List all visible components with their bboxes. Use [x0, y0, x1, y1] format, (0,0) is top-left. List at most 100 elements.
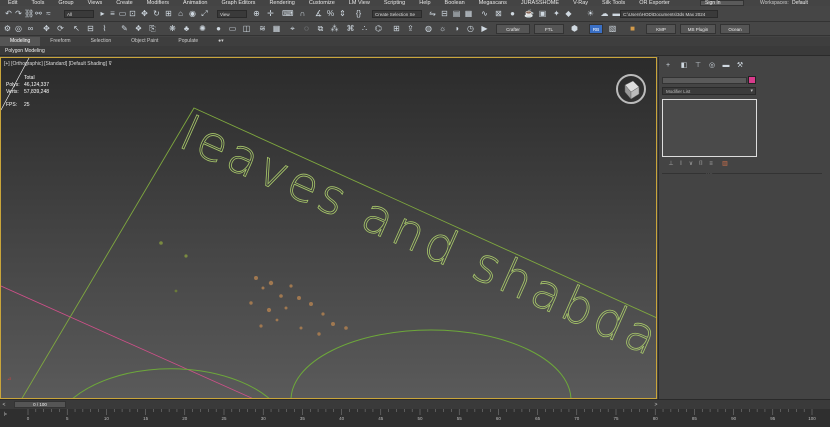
pivot-center-icon[interactable]: ⊕ [252, 9, 261, 18]
percent-snap-icon[interactable]: % [326, 9, 335, 18]
link-icon[interactable]: ⛓ [24, 9, 34, 18]
timer-icon[interactable]: ◷ [466, 24, 475, 33]
decal-icon[interactable]: ▦ [272, 24, 281, 33]
ribbon-options-icon[interactable]: ●▾ [208, 37, 234, 46]
snaps-toggle-icon[interactable]: ∩ [298, 9, 307, 18]
fur-icon[interactable]: ≋ [258, 24, 267, 33]
show-end-result-icon[interactable]: I [677, 160, 685, 168]
toggle-ribbon-icon[interactable]: ▦ [464, 9, 473, 18]
modifier-stack[interactable] [662, 99, 757, 157]
modifier-list-dropdown[interactable]: Modifier List ▾ [662, 87, 756, 95]
export-icon[interactable]: ⇪ [406, 24, 415, 33]
schematic-view-icon[interactable]: ⊠ [494, 9, 503, 18]
selection-filter-dropdown[interactable]: All [64, 10, 94, 18]
ocean-button[interactable]: Ocean [720, 24, 750, 34]
align-icon[interactable]: ⊟ [440, 9, 449, 18]
create-icon[interactable]: + [663, 61, 673, 71]
track-bar[interactable]: ⊧ 0 5 10 15 20 25 30 35 40 45 50 55 60 65 70 75 80 85 90 95… [0, 409, 830, 427]
window-crossing-icon[interactable]: ⊡ [128, 9, 137, 18]
plugin-b-icon[interactable]: ▧ [608, 24, 617, 33]
display-icon[interactable]: ▬ [721, 61, 731, 71]
plane-icon[interactable]: ▭ [228, 24, 237, 33]
motion-icon[interactable]: ◎ [707, 61, 717, 71]
render-iterative-icon[interactable]: ◆ [564, 9, 573, 18]
time-slider-prev-icon[interactable]: < [0, 401, 8, 409]
layer-explorer-icon[interactable]: ▤ [452, 9, 461, 18]
sun-icon[interactable]: ☼ [438, 24, 447, 33]
select-scale-icon[interactable]: ⊞ [164, 9, 173, 18]
plugin-a-icon[interactable]: ⬢ [570, 24, 579, 33]
forest-icon[interactable]: ♣ [182, 24, 191, 33]
redraw-icon[interactable]: ◎ [14, 24, 23, 33]
hide-icon[interactable]: ◌ [302, 24, 311, 33]
camera-icon[interactable]: ⌖ [288, 24, 297, 33]
modify-icon[interactable]: ◧ [679, 61, 689, 71]
globe-icon[interactable]: ◍ [424, 24, 433, 33]
curve-editor-icon[interactable]: ∿ [480, 9, 489, 18]
snap-tool-icon[interactable]: ⊟ [86, 24, 95, 33]
tab-selection[interactable]: Selection [81, 37, 122, 46]
undo-icon[interactable]: ↶ [4, 9, 13, 18]
sphere-icon[interactable]: ● [214, 24, 223, 33]
duplicate-icon[interactable]: ⎘ [148, 24, 157, 33]
scatter-icon[interactable]: ❋ [168, 24, 177, 33]
select-rotate-icon[interactable]: ↻ [152, 9, 161, 18]
scene-explorer-icon[interactable]: ⚙ [3, 24, 12, 33]
delete-icon[interactable]: ▥ [721, 160, 729, 168]
edit-named-selection-icon[interactable]: {} [354, 9, 363, 18]
tab-populate[interactable]: Populate [168, 37, 208, 46]
paint-icon[interactable]: ❖ [134, 24, 143, 33]
perspective-viewport[interactable]: leaves and shabdar [+] [Orthographic] [S… [0, 57, 657, 399]
tab-modeling[interactable]: Modeling [0, 37, 41, 46]
render-active-shade-icon[interactable]: ☀ [586, 9, 595, 18]
pin-stack-icon[interactable]: ⊥ [667, 160, 675, 168]
rendered-frame-window-icon[interactable]: ▣ [538, 9, 547, 18]
rb-button[interactable]: RB [589, 24, 603, 34]
proxy-icon[interactable]: ◫ [242, 24, 251, 33]
unlink-icon[interactable]: ⚯ [34, 9, 43, 18]
object-color-swatch[interactable] [748, 76, 756, 84]
select-place-icon[interactable]: ◉ [188, 9, 197, 18]
cloth-icon[interactable]: ⌘ [346, 24, 355, 33]
viewport-label[interactable]: [+] [Orthographic] [Standard] [Default S… [4, 61, 112, 67]
ftl-button[interactable]: FTL [534, 24, 564, 34]
make-unique-icon[interactable]: ∨ [687, 160, 695, 168]
reference-coordinate-dropdown[interactable]: View [217, 10, 247, 18]
kmp-button[interactable]: KMP [646, 24, 676, 34]
time-slider-next-icon[interactable]: > [652, 401, 660, 409]
select-object-icon[interactable]: ▸ [98, 9, 107, 18]
light-icon[interactable]: ✺ [198, 24, 207, 33]
script-icon[interactable]: ⌬ [374, 24, 383, 33]
particle-icon[interactable]: ∴ [360, 24, 369, 33]
polygon-modeling-label[interactable]: Polygon Modeling [5, 47, 45, 55]
measure-tool-icon[interactable]: ⌇ [100, 24, 109, 33]
rotate-tool-icon[interactable]: ⟳ [56, 24, 65, 33]
select-by-name-icon[interactable]: ≡ [108, 9, 117, 18]
bind-space-warp-icon[interactable]: ≈ [44, 9, 53, 18]
crafter-button[interactable]: Crafter [496, 24, 530, 34]
brush-icon[interactable]: ✎ [120, 24, 129, 33]
select-manipulate-icon[interactable]: ✛ [266, 9, 275, 18]
configure-sets-icon[interactable]: ≡ [707, 160, 715, 168]
tag-icon[interactable]: ⧉ [316, 24, 325, 33]
placement-icon[interactable]: ⌂ [176, 9, 185, 18]
scale-icon[interactable]: ⤢ [200, 9, 209, 18]
redo-icon[interactable]: ↷ [14, 9, 23, 18]
project-path-dropdown[interactable]: C:\Users\HOD\Documents\3ds Max 2024 [620, 10, 718, 18]
render-production-icon[interactable]: ✦ [552, 9, 561, 18]
named-selection-dropdown[interactable]: Create Selection Se [372, 10, 422, 18]
animate-icon[interactable]: ◑ [452, 24, 461, 33]
object-name-input[interactable] [662, 77, 747, 84]
select-tool-icon[interactable]: ↖ [72, 24, 81, 33]
angle-snap-icon[interactable]: ∡ [314, 9, 323, 18]
link-tool-icon[interactable]: ∞ [26, 24, 35, 33]
hierarchy-icon[interactable]: ⊤ [693, 61, 703, 71]
remove-modifier-icon[interactable]: ⌷ [697, 160, 705, 168]
utilities-icon[interactable]: ⚒ [735, 61, 745, 71]
render-in-cloud-icon[interactable]: ☁ [600, 9, 609, 18]
spinner-snap-icon[interactable]: ⇕ [338, 9, 347, 18]
select-move-icon[interactable]: ✥ [140, 9, 149, 18]
resize-grip-icon[interactable]: ···· [706, 172, 713, 177]
tab-object-paint[interactable]: Object Paint [121, 37, 168, 46]
grid-icon[interactable]: ⊞ [392, 24, 401, 33]
